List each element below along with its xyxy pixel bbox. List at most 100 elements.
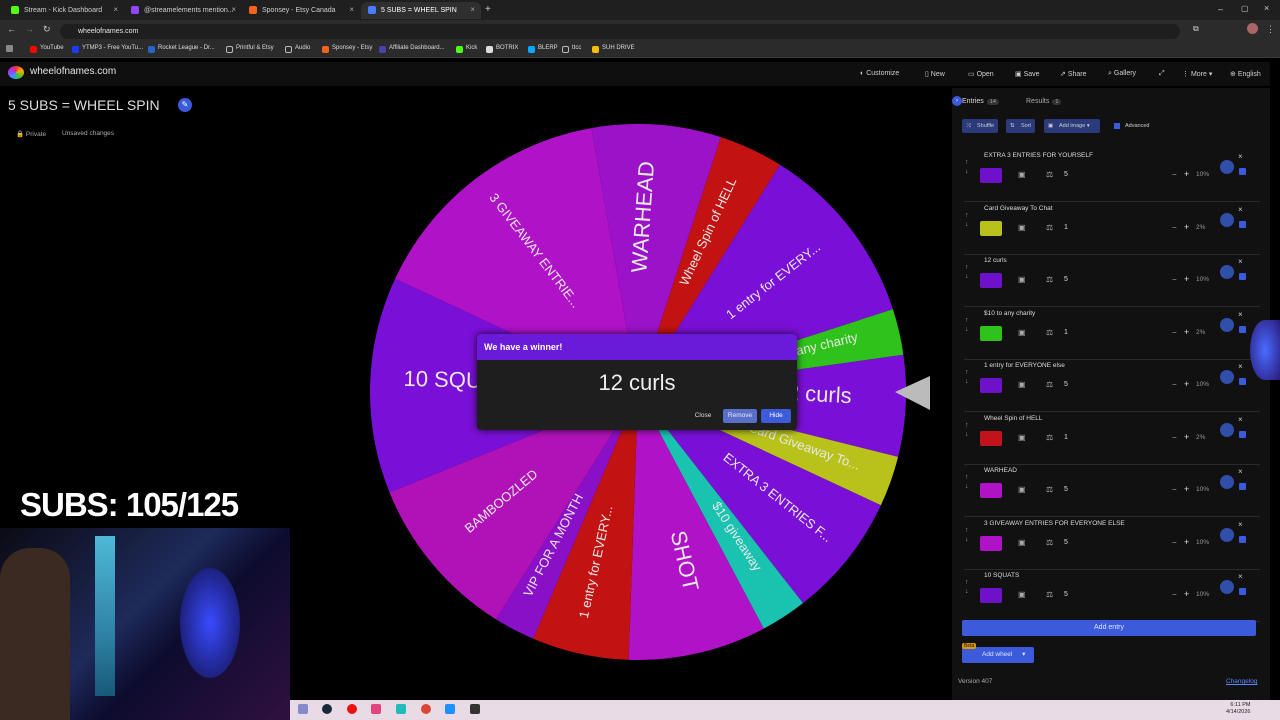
entry-color-swatch[interactable] [980,535,1002,551]
bookmark-sponsey[interactable]: Sponsey - Etsy [322,45,372,53]
edit-title-icon[interactable]: ✎ [178,98,192,112]
gallery-button[interactable]: ⌕ Gallery [1108,70,1136,78]
reorder-icon[interactable]: ↑ ↓ [965,368,969,386]
share-button[interactable]: ⇗ Share [1060,70,1087,78]
entry-color-swatch[interactable] [980,273,1002,288]
entry-options-icon[interactable] [1220,265,1234,279]
entry-weight[interactable]: 1 [1064,329,1068,336]
browser-menu-icon[interactable]: ⋮ [1266,24,1275,35]
image-icon[interactable]: ▣ [1018,538,1026,547]
image-icon[interactable]: ▣ [1018,170,1026,179]
new-tab-icon[interactable]: + [485,4,491,15]
wheel-title[interactable]: 5 SUBS = WHEEL SPIN [8,97,160,113]
entry-options-icon[interactable] [1220,370,1234,384]
image-icon[interactable]: ▣ [1018,590,1026,599]
entry-weight[interactable]: 5 [1064,171,1068,178]
bookmark-kick[interactable]: Kick [456,45,477,53]
entry-name[interactable]: 10 SQUATS [984,572,1019,579]
advanced-checkbox[interactable]: Advanced [1110,119,1153,133]
increase-weight-icon[interactable]: + [1184,537,1189,547]
image-icon[interactable]: ▣ [1018,433,1026,442]
delete-entry-icon[interactable]: × [1238,310,1243,319]
collapse-panel-icon[interactable]: › [952,96,962,106]
chrome-icon[interactable] [421,704,431,714]
entry-name[interactable]: Wheel Spin of HELL [984,415,1043,422]
entry-enabled-checkbox[interactable] [1239,483,1246,490]
remove-button[interactable]: Remove [723,409,757,423]
entry-name[interactable]: 1 entry for EVERYONE else [984,362,1065,369]
sort-button[interactable]: ⇅ Sort [1006,119,1036,133]
entry-color-swatch[interactable] [980,588,1002,603]
delete-entry-icon[interactable]: × [1238,362,1243,371]
app-icon[interactable] [396,704,406,714]
increase-weight-icon[interactable]: + [1184,327,1189,337]
minimize-icon[interactable]: – [1218,4,1223,14]
bookmark-botrix[interactable]: BOTRIX [486,45,518,53]
tab-etsy[interactable]: Sponsey - Etsy Canada × [242,2,360,19]
entry-name[interactable]: Card Giveaway To Chat [984,205,1053,212]
close-icon[interactable]: × [231,5,236,14]
reorder-icon[interactable]: ↑ ↓ [965,158,969,176]
entry-weight[interactable]: 5 [1064,591,1068,598]
increase-weight-icon[interactable]: + [1184,484,1189,494]
delete-entry-icon[interactable]: × [1238,205,1243,214]
add-image-button[interactable]: ▣ Add image ▾ [1044,119,1100,133]
entry-color-swatch[interactable] [980,483,1002,498]
add-wheel-button[interactable]: Add wheel ▾ [962,647,1034,663]
image-icon[interactable]: ▣ [1018,275,1026,284]
chevron-down-icon[interactable]: ▾ [1022,651,1025,658]
tab-wheel-spin[interactable]: 5 SUBS = WHEEL SPIN × [361,2,481,19]
close-icon[interactable]: × [349,5,354,14]
entry-enabled-checkbox[interactable] [1239,588,1246,595]
entry-enabled-checkbox[interactable] [1239,273,1246,280]
changelog-link[interactable]: Changelog [1226,678,1257,685]
reorder-icon[interactable]: ↑ ↓ [965,316,969,334]
entry-options-icon[interactable] [1220,160,1234,174]
close-icon[interactable]: × [470,5,475,14]
image-icon[interactable]: ▣ [1018,328,1026,337]
entry-enabled-checkbox[interactable] [1239,325,1246,333]
profile-avatar[interactable] [1247,23,1258,34]
reorder-icon[interactable]: ↑ ↓ [965,421,969,439]
bookmark-affiliate[interactable]: Affiliate Dashboard... [379,45,445,53]
hide-button[interactable]: Hide [761,409,791,423]
url-field[interactable]: wheelofnames.com [60,24,1180,39]
app-icon[interactable] [445,704,455,714]
entry-options-icon[interactable] [1220,317,1234,332]
entry-enabled-checkbox[interactable] [1239,220,1246,228]
decrease-weight-icon[interactable]: − [1172,538,1177,547]
more-button[interactable]: ⋮ More ▾ [1182,70,1212,78]
delete-entry-icon[interactable]: × [1238,257,1243,266]
reorder-icon[interactable]: ↑ ↓ [965,211,969,229]
reorder-icon[interactable]: ↑ ↓ [965,578,969,596]
apps-icon[interactable] [6,45,13,52]
entry-color-swatch[interactable] [980,220,1002,236]
bookmark-ytmp3[interactable]: YTMP3 - Free YouTu... [72,45,143,53]
reorder-icon[interactable]: ↑ ↓ [965,526,969,544]
window-close-icon[interactable]: × [1264,3,1269,13]
back-icon[interactable]: ← [7,24,16,34]
bookmark-suh-drive[interactable]: SUH DRIVE [592,45,635,53]
delete-entry-icon[interactable]: × [1238,467,1243,476]
site-logo[interactable]: wheelofnames.com [8,66,116,79]
delete-entry-icon[interactable]: × [1238,572,1243,581]
delete-entry-icon[interactable]: × [1238,152,1243,161]
decrease-weight-icon[interactable]: − [1172,485,1177,494]
start-icon[interactable] [298,704,308,714]
tab-streamelements[interactable]: @streamelements mention... × [124,2,242,19]
entry-options-icon[interactable] [1220,212,1234,227]
forward-icon[interactable]: → [25,24,34,34]
delete-entry-icon[interactable]: × [1238,415,1243,424]
entry-weight[interactable]: 5 [1064,381,1068,388]
customize-button[interactable]: ◐ Customize [860,70,899,77]
decrease-weight-icon[interactable]: − [1172,223,1177,232]
reload-icon[interactable]: ↻ [43,24,51,35]
steam-icon[interactable] [322,704,332,714]
entry-weight[interactable]: 1 [1064,224,1068,231]
save-button[interactable]: ▣ Save [1015,70,1040,78]
decrease-weight-icon[interactable]: − [1172,328,1177,337]
entry-options-icon[interactable] [1220,475,1234,489]
entry-options-icon[interactable] [1220,580,1234,594]
increase-weight-icon[interactable]: + [1184,379,1189,389]
entry-name[interactable]: 3 GIVEAWAY ENTRIES FOR EVERYONE ELSE [984,520,1125,527]
